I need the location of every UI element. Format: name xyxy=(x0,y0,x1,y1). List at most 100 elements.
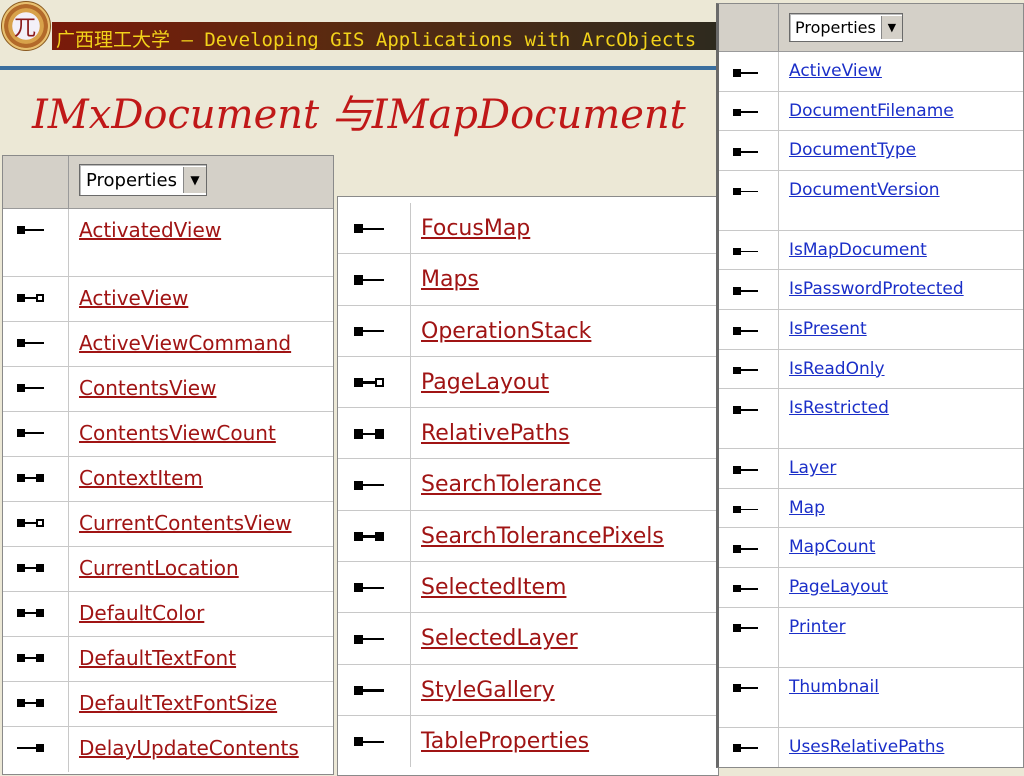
property-row: MapCount xyxy=(719,528,1023,568)
imapdocument-properties-panel: Properties ▼ ActiveView DocumentFilename D… xyxy=(716,3,1024,768)
property-link-document-version[interactable]: DocumentVersion xyxy=(789,180,940,200)
property-get-icon xyxy=(17,383,45,394)
property-write-only-icon xyxy=(17,743,45,754)
property-icon-cell xyxy=(719,607,779,667)
property-get-icon xyxy=(733,286,758,296)
property-row: Maps xyxy=(338,254,718,306)
property-icon-cell xyxy=(3,367,69,411)
property-name-cell: OperationStack xyxy=(411,306,718,356)
property-link-selected-layer[interactable]: SelectedLayer xyxy=(421,626,578,651)
property-icon-cell xyxy=(719,488,779,528)
property-link-default-color[interactable]: DefaultColor xyxy=(79,601,204,625)
properties-dropdown-left[interactable]: Properties ▼ xyxy=(79,164,207,196)
property-link-search-tolerance-pixels[interactable]: SearchTolerancePixels xyxy=(421,524,664,549)
property-row: ContentsViewCount xyxy=(3,412,333,457)
property-link-page-layout[interactable]: PageLayout xyxy=(421,370,549,395)
property-row: Thumbnail xyxy=(719,667,1023,728)
property-row: TableProperties xyxy=(338,715,718,768)
property-link-active-view[interactable]: ActiveView xyxy=(789,61,882,81)
property-get-icon xyxy=(354,685,384,697)
property-icon-cell xyxy=(338,562,411,613)
property-link-active-view[interactable]: ActiveView xyxy=(79,286,188,310)
property-link-is-present[interactable]: IsPresent xyxy=(789,319,867,339)
property-get-put-icon xyxy=(17,653,45,664)
property-row: PageLayout xyxy=(338,356,718,409)
property-name-cell: ActiveView xyxy=(69,277,333,321)
property-icon-cell xyxy=(3,727,69,772)
property-icon-cell xyxy=(719,270,779,309)
property-link-maps[interactable]: Maps xyxy=(421,267,479,292)
property-link-page-layout[interactable]: PageLayout xyxy=(789,577,888,597)
property-link-context-item[interactable]: ContextItem xyxy=(79,466,203,490)
property-link-delay-update-contents[interactable]: DelayUpdateContents xyxy=(79,736,299,760)
property-link-is-password-protected[interactable]: IsPasswordProtected xyxy=(789,279,964,299)
panel-left-header: Properties ▼ xyxy=(3,156,333,209)
property-link-contents-view[interactable]: ContentsView xyxy=(79,376,216,400)
property-get-icon xyxy=(17,428,45,439)
property-row: Printer xyxy=(719,607,1023,668)
property-link-search-tolerance[interactable]: SearchTolerance xyxy=(421,472,602,497)
property-link-uses-relative-paths[interactable]: UsesRelativePaths xyxy=(789,737,944,757)
property-link-thumbnail[interactable]: Thumbnail xyxy=(789,677,879,697)
chevron-down-icon[interactable]: ▼ xyxy=(182,167,206,193)
property-name-cell: CurrentContentsView xyxy=(69,502,333,546)
property-link-relative-paths[interactable]: RelativePaths xyxy=(421,421,570,446)
property-icon-cell xyxy=(719,727,779,767)
property-link-style-gallery[interactable]: StyleGallery xyxy=(421,678,555,703)
property-row: RelativePaths xyxy=(338,408,718,460)
property-get-icon xyxy=(354,479,384,491)
property-get-icon xyxy=(733,465,758,475)
property-link-operation-stack[interactable]: OperationStack xyxy=(421,319,591,344)
property-link-map-count[interactable]: MapCount xyxy=(789,537,875,557)
property-link-default-text-font[interactable]: DefaultTextFont xyxy=(79,646,236,670)
property-get-icon xyxy=(354,274,384,286)
property-link-active-view-command[interactable]: ActiveViewCommand xyxy=(79,331,291,355)
property-link-selected-item[interactable]: SelectedItem xyxy=(421,575,566,600)
property-link-document-type[interactable]: DocumentType xyxy=(789,140,916,160)
property-row: IsMapDocument xyxy=(719,230,1023,271)
property-link-is-restricted[interactable]: IsRestricted xyxy=(789,398,889,418)
chevron-down-icon[interactable]: ▼ xyxy=(880,16,902,39)
property-link-is-map-document[interactable]: IsMapDocument xyxy=(789,240,927,260)
property-row: StyleGallery xyxy=(338,664,718,716)
property-name-cell: RelativePaths xyxy=(411,408,718,458)
property-get-put-icon xyxy=(17,698,45,709)
property-link-activated-view[interactable]: ActivatedView xyxy=(79,218,221,242)
property-name-cell: DelayUpdateContents xyxy=(69,727,333,772)
property-icon-cell xyxy=(3,502,69,546)
property-link-layer[interactable]: Layer xyxy=(789,458,836,478)
property-link-table-properties[interactable]: TableProperties xyxy=(421,729,589,754)
property-link-map[interactable]: Map xyxy=(789,498,825,518)
property-icon-cell xyxy=(719,449,779,488)
property-link-contents-view-count[interactable]: ContentsViewCount xyxy=(79,421,276,445)
property-link-current-contents-view[interactable]: CurrentContentsView xyxy=(79,511,292,535)
property-link-document-filename[interactable]: DocumentFilename xyxy=(789,101,954,121)
property-row: PageLayout xyxy=(719,567,1023,608)
imxdocument-properties-panel-left: Properties ▼ ActivatedView ActiveView Acti… xyxy=(2,155,334,775)
property-icon-cell xyxy=(338,664,411,715)
panel-right-header: Properties ▼ xyxy=(719,4,1023,52)
property-row: ContentsView xyxy=(3,367,333,412)
property-icon-cell xyxy=(338,254,411,305)
property-row: CurrentContentsView xyxy=(3,502,333,547)
property-get-icon xyxy=(733,68,758,78)
property-link-focus-map[interactable]: FocusMap xyxy=(421,216,530,241)
property-link-is-read-only[interactable]: IsReadOnly xyxy=(789,359,885,379)
properties-dropdown-right[interactable]: Properties ▼ xyxy=(789,13,903,42)
panel-right-header-icon-cell xyxy=(719,4,779,51)
property-icon-cell xyxy=(719,349,779,389)
property-get-put-icon xyxy=(17,563,45,574)
property-link-default-text-font-size[interactable]: DefaultTextFontSize xyxy=(79,691,277,715)
property-link-printer[interactable]: Printer xyxy=(789,617,846,637)
property-get-icon xyxy=(354,223,384,235)
property-icon-cell xyxy=(338,305,411,356)
property-row: DelayUpdateContents xyxy=(3,727,333,772)
property-name-cell: ActiveViewCommand xyxy=(69,322,333,366)
property-row: ActiveView xyxy=(719,52,1023,92)
property-row: DocumentVersion xyxy=(719,170,1023,231)
property-row: SelectedItem xyxy=(338,562,718,614)
property-link-current-location[interactable]: CurrentLocation xyxy=(79,556,239,580)
property-name-cell: ContentsView xyxy=(69,367,333,411)
property-name-cell: IsPresent xyxy=(779,310,1023,349)
property-get-icon xyxy=(733,326,758,336)
